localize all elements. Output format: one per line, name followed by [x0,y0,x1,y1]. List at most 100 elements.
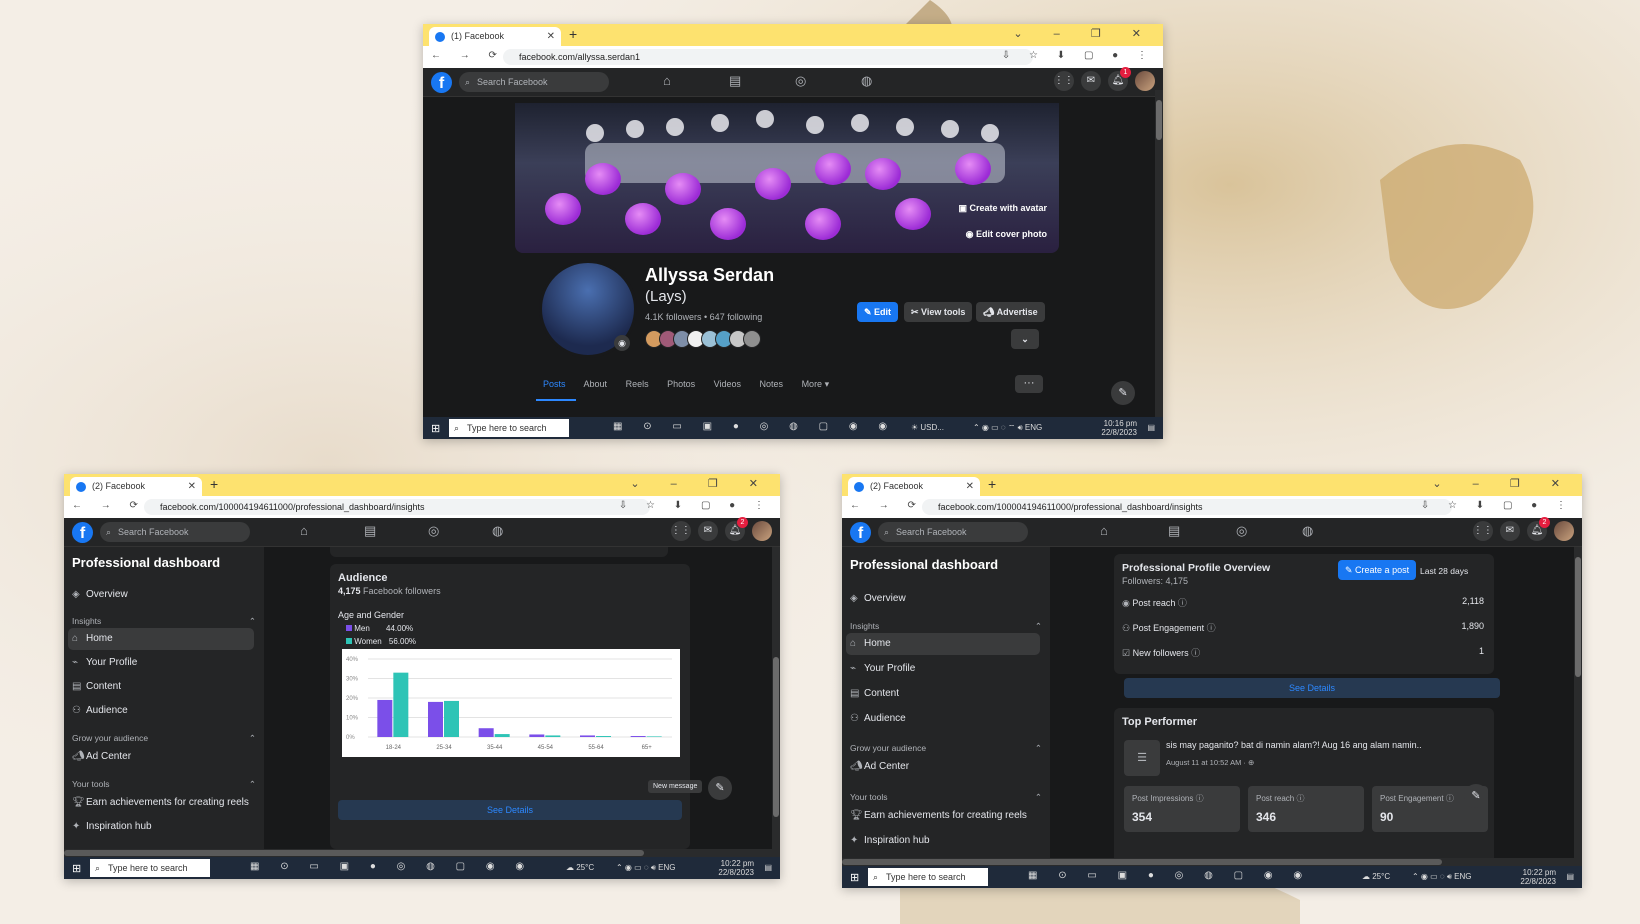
sidebar-item-home[interactable]: ⌂ Home [72,633,113,644]
notification-center-icon[interactable]: ▤ [764,863,772,872]
weather-widget[interactable]: ☀ USD... [911,423,944,432]
browser-toolbar-icons[interactable]: ⇩ ☆ ⬇ ▢ ● ⋮ [1002,50,1155,61]
home-icon[interactable]: ⌂ [300,523,308,538]
bar-men-55-64[interactable] [580,735,595,737]
profile-picture[interactable]: ◉ [539,260,637,358]
bar-men-45-54[interactable] [529,734,545,737]
notifications-bell-icon[interactable]: 🔔︎ 1 [1107,67,1131,91]
sidebar-item-ad-center[interactable]: 📣︎Ad Center [850,761,909,772]
info-icon[interactable]: ⓘ [1446,794,1454,803]
system-tray-icons[interactable]: ⌃ ◉ ▭ ◌ 🔊︎ ENG [1412,872,1472,882]
menu-grid-icon[interactable]: ⋮⋮ [1472,521,1493,541]
collapse-icon[interactable]: ⌃ [1035,792,1042,803]
windows-start-icon[interactable]: ⊞ [850,871,859,884]
page-scrollbar[interactable] [1574,547,1582,866]
window-controls[interactable]: ⌄ – ❐ ✕ [1013,27,1155,40]
groups-icon[interactable]: ◎ [428,523,439,539]
new-message-compose-icon[interactable]: ✎ [1464,784,1488,808]
info-icon[interactable]: ⓘ [1178,598,1187,608]
new-tab-button[interactable]: + [210,476,218,492]
taskbar-search-input[interactable]: ⌕ Type here to search [449,419,569,437]
menu-grid-icon[interactable]: ⋮⋮ [1053,71,1074,91]
sidebar-item-audience[interactable]: ⚇ Audience [850,713,906,724]
window-controls[interactable]: ⌄ – ❐ ✕ [1432,477,1574,490]
taskbar-search-input[interactable]: ⌕ Type here to search [868,868,988,886]
notifications-bell-icon[interactable]: 🔔︎ 2 [724,517,748,541]
tools-section-header[interactable]: Your tools ⌃ [72,779,256,789]
new-tab-button[interactable]: + [988,476,996,492]
new-tab-button[interactable]: + [569,26,577,42]
create-with-avatar-button[interactable]: ▣ Create with avatar [958,203,1047,214]
account-avatar[interactable] [1135,71,1155,91]
weather-widget[interactable]: ☁ 25°C [566,863,594,872]
scrollbar-thumb[interactable] [842,859,1442,865]
insights-section-header[interactable]: Insights ⌃ [850,621,1042,631]
bar-men-25-34[interactable] [428,701,443,737]
browser-tab[interactable]: (1) Facebook ✕ [429,27,561,46]
notifications-bell-icon[interactable]: 🔔︎ 2 [1526,517,1550,541]
advertise-button[interactable]: 📣︎ Advertise [976,302,1045,322]
page-scrollbar[interactable] [772,547,780,857]
sidebar-item-home[interactable]: ⌂ Home [850,638,891,649]
gaming-icon[interactable]: ◍ [1302,523,1313,539]
scrollbar-thumb[interactable] [773,657,779,817]
collapse-icon[interactable]: ⌃ [249,733,256,744]
scrollbar-thumb[interactable] [1575,557,1581,677]
clock[interactable]: 10:22 pm 22/8/2023 [1520,868,1556,886]
bar-men-65+[interactable] [630,736,646,737]
bar-men-35-44[interactable] [478,728,494,737]
sidebar-item-your-profile[interactable]: ⌁ Your Profile [850,663,915,674]
bar-women-65+[interactable] [646,736,662,737]
windows-start-icon[interactable]: ⊞ [72,862,81,875]
tab-notes[interactable]: Notes [760,379,784,389]
bar-women-25-34[interactable] [444,700,459,737]
top-post-text[interactable]: sis may paganito? bat di namin alam?! Au… [1166,740,1422,750]
weather-widget[interactable]: ☁ 25°C [1362,872,1390,881]
marketplace-icon[interactable]: ▤ [729,73,741,89]
tab-photos[interactable]: Photos [667,379,695,389]
sidebar-item-your-profile[interactable]: ⌁ Your Profile [72,657,137,668]
bar-men-18-24[interactable] [377,699,393,737]
bar-women-55-64[interactable] [596,736,611,737]
post-thumbnail-icon[interactable]: ☰ [1124,740,1160,776]
page-scrollbar[interactable] [1155,90,1163,417]
search-input[interactable]: ⌕ Search Facebook [459,72,609,92]
gaming-icon[interactable]: ◍ [492,523,503,539]
url-field[interactable]: facebook.com/100004194611000/professiona… [922,499,1452,515]
close-tab-icon[interactable]: ✕ [966,477,974,496]
friend-avatars[interactable] [645,330,761,351]
edit-profile-button[interactable]: ✎ Edit [857,302,899,322]
friend-avatar[interactable] [743,330,761,348]
sidebar-item-audience[interactable]: ⚇ Audience [72,705,128,716]
account-avatar[interactable] [752,521,772,541]
insights-section-header[interactable]: Insights ⌃ [72,616,256,626]
windows-start-icon[interactable]: ⊞ [431,422,440,435]
gaming-icon[interactable]: ◍ [861,73,872,89]
see-details-button[interactable]: See Details [1124,678,1500,698]
notification-center-icon[interactable]: ▤ [1566,872,1574,881]
follower-stats[interactable]: 4.1K followers • 647 following [645,312,762,322]
grow-section-header[interactable]: Grow your audience ⌃ [850,743,1042,753]
edit-cover-photo-button[interactable]: ◉ Edit cover photo [966,229,1047,240]
scrollbar-thumb[interactable] [1156,100,1162,140]
marketplace-icon[interactable]: ▤ [1168,523,1180,539]
messenger-icon[interactable]: ✉ [1080,71,1101,91]
close-tab-icon[interactable]: ✕ [188,477,196,496]
sidebar-item-content[interactable]: ▤ Content [72,681,121,692]
sidebar-item-overview[interactable]: ◈ Overview [850,593,906,604]
home-icon[interactable]: ⌂ [663,73,671,88]
new-message-compose-icon[interactable]: ✎ [708,776,732,800]
expand-chevron-icon[interactable]: ⌄ [1011,329,1039,349]
bar-women-18-24[interactable] [393,672,409,737]
sidebar-item-inspiration[interactable]: ✦ Inspiration hub [72,821,152,832]
collapse-icon[interactable]: ⌃ [1035,621,1042,632]
see-details-button[interactable]: See Details [338,800,682,820]
account-avatar[interactable] [1554,521,1574,541]
tab-reels[interactable]: Reels [626,379,649,389]
info-icon[interactable]: ⓘ [1207,623,1216,633]
clock[interactable]: 10:22 pm 22/8/2023 [718,859,754,877]
tab-posts[interactable]: Posts [543,379,566,389]
scrollbar-thumb[interactable] [64,850,644,856]
create-post-button[interactable]: ✎ Create a post [1338,560,1417,580]
sidebar-item-achievements[interactable]: 🏆︎Earn achievements for creating reels [850,810,1027,821]
